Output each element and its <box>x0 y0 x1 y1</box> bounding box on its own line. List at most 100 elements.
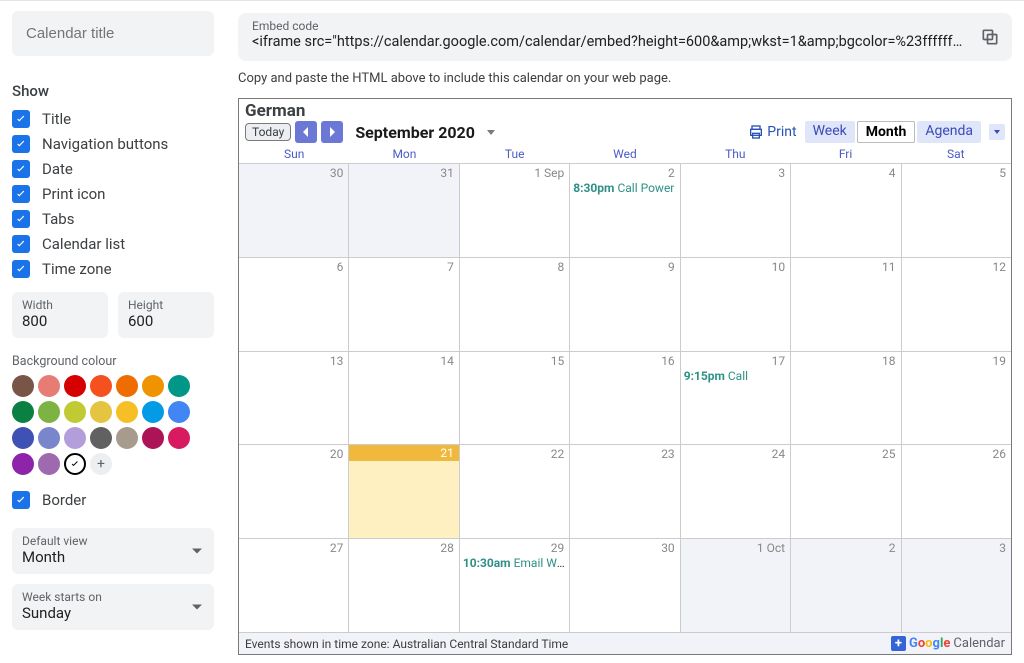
embed-value[interactable]: <iframe src="https://calendar.google.com… <box>252 33 964 50</box>
calendar-day[interactable]: 8 <box>460 258 570 351</box>
calendar-event[interactable]: 8:30pm Call Power <box>570 181 679 195</box>
colour-swatch[interactable] <box>38 375 60 397</box>
show-option-label: Tabs <box>42 210 74 228</box>
calendar-day[interactable]: 1 Oct <box>681 539 791 632</box>
calendar-day[interactable]: 12 <box>902 258 1011 351</box>
calendar-day[interactable]: 25 <box>791 445 901 538</box>
today-button[interactable]: Today <box>245 123 291 141</box>
colour-swatch-selected[interactable] <box>64 453 86 475</box>
show-option-label: Date <box>42 160 73 178</box>
view-tab-month[interactable]: Month <box>857 121 916 143</box>
add-colour-button[interactable]: + <box>90 453 112 475</box>
colour-swatch[interactable] <box>116 401 138 423</box>
plus-icon: + <box>891 636 906 651</box>
colour-swatch[interactable] <box>12 427 34 449</box>
calendar-day[interactable]: 28 <box>349 539 459 632</box>
colour-swatch[interactable] <box>142 401 164 423</box>
calendar-day[interactable]: 6 <box>239 258 349 351</box>
timezone-text: Events shown in time zone: Australian Ce… <box>245 637 568 651</box>
calendar-day[interactable]: 31 <box>349 164 459 257</box>
border-checkbox[interactable] <box>12 491 30 509</box>
calendar-day[interactable]: 9 <box>570 258 680 351</box>
colour-swatch[interactable] <box>90 375 112 397</box>
calendar-day[interactable]: 18 <box>791 352 901 445</box>
next-button[interactable] <box>321 121 343 143</box>
calendar-day[interactable]: 13 <box>239 352 349 445</box>
calendar-day[interactable]: 7 <box>349 258 459 351</box>
calendar-day[interactable]: 27 <box>239 539 349 632</box>
colour-swatch[interactable] <box>142 375 164 397</box>
colour-swatch[interactable] <box>12 401 34 423</box>
calendar-day[interactable]: 4 <box>791 164 901 257</box>
show-option-checkbox[interactable] <box>12 185 30 203</box>
show-option-checkbox[interactable] <box>12 110 30 128</box>
calendar-day[interactable]: 23 <box>570 445 680 538</box>
calendar-event[interactable]: 10:30am Email Web <box>460 556 569 570</box>
prev-button[interactable] <box>295 121 317 143</box>
colour-swatch[interactable] <box>38 427 60 449</box>
calendar-preview: German Today September 2020 Print WeekMo… <box>238 98 1012 655</box>
view-tab-week[interactable]: Week <box>805 121 855 143</box>
show-option-checkbox[interactable] <box>12 160 30 178</box>
show-option-label: Time zone <box>42 260 112 278</box>
month-dropdown-icon[interactable] <box>487 130 495 135</box>
height-field[interactable]: Height 600 <box>118 292 214 338</box>
copy-icon[interactable] <box>980 27 1000 51</box>
calendar-day[interactable]: 10 <box>681 258 791 351</box>
colour-swatches: + <box>12 375 202 475</box>
calendar-day[interactable]: 3 <box>902 539 1011 632</box>
calendar-day[interactable]: 20 <box>239 445 349 538</box>
colour-swatch[interactable] <box>90 427 112 449</box>
colour-swatch[interactable] <box>116 427 138 449</box>
colour-swatch[interactable] <box>168 427 190 449</box>
width-field[interactable]: Width 800 <box>12 292 108 338</box>
embed-label: Embed code <box>252 19 964 33</box>
calendar-event[interactable]: 9:15pm Call <box>681 369 790 383</box>
colour-swatch[interactable] <box>168 375 190 397</box>
print-button[interactable]: Print <box>748 124 796 140</box>
colour-swatch[interactable] <box>168 401 190 423</box>
calendar-day[interactable]: 2 <box>791 539 901 632</box>
main-panel: Embed code <iframe src="https://calendar… <box>226 1 1024 663</box>
show-option-label: Calendar list <box>42 235 125 253</box>
calendar-day[interactable]: 21 <box>349 445 459 538</box>
calendar-day[interactable]: 30 <box>570 539 680 632</box>
calendar-day[interactable]: 28:30pm Call Power <box>570 164 680 257</box>
calendar-day[interactable]: 30 <box>239 164 349 257</box>
calendar-day[interactable]: 24 <box>681 445 791 538</box>
colour-swatch[interactable] <box>38 453 60 475</box>
colour-swatch[interactable] <box>116 375 138 397</box>
chevron-down-icon <box>192 549 202 554</box>
colour-swatch[interactable] <box>90 401 112 423</box>
colour-swatch[interactable] <box>64 427 86 449</box>
show-option-checkbox[interactable] <box>12 135 30 153</box>
colour-swatch[interactable] <box>12 453 34 475</box>
show-option-checkbox[interactable] <box>12 260 30 278</box>
colour-swatch[interactable] <box>64 375 86 397</box>
show-option-checkbox[interactable] <box>12 210 30 228</box>
calendar-day[interactable]: 26 <box>902 445 1011 538</box>
calendar-title-input[interactable] <box>12 11 214 56</box>
colour-swatch[interactable] <box>142 427 164 449</box>
view-tab-agenda[interactable]: Agenda <box>917 121 981 143</box>
colour-swatch[interactable] <box>38 401 60 423</box>
border-label: Border <box>42 491 86 509</box>
view-dropdown-icon[interactable] <box>989 124 1005 140</box>
calendar-day[interactable]: 179:15pm Call <box>681 352 791 445</box>
week-start-select[interactable]: Week starts on Sunday <box>12 584 214 630</box>
calendar-day[interactable]: 3 <box>681 164 791 257</box>
show-option-checkbox[interactable] <box>12 235 30 253</box>
calendar-day[interactable]: 5 <box>902 164 1011 257</box>
calendar-day[interactable]: 19 <box>902 352 1011 445</box>
calendar-day[interactable]: 1 Sep <box>460 164 570 257</box>
calendar-day[interactable]: 2910:30am Email Web <box>460 539 570 632</box>
google-calendar-link[interactable]: + Google Calendar <box>891 636 1005 651</box>
calendar-day[interactable]: 15 <box>460 352 570 445</box>
colour-swatch[interactable] <box>64 401 86 423</box>
calendar-day[interactable]: 16 <box>570 352 680 445</box>
default-view-select[interactable]: Default view Month <box>12 528 214 574</box>
calendar-day[interactable]: 14 <box>349 352 459 445</box>
calendar-day[interactable]: 11 <box>791 258 901 351</box>
colour-swatch[interactable] <box>12 375 34 397</box>
calendar-day[interactable]: 22 <box>460 445 570 538</box>
